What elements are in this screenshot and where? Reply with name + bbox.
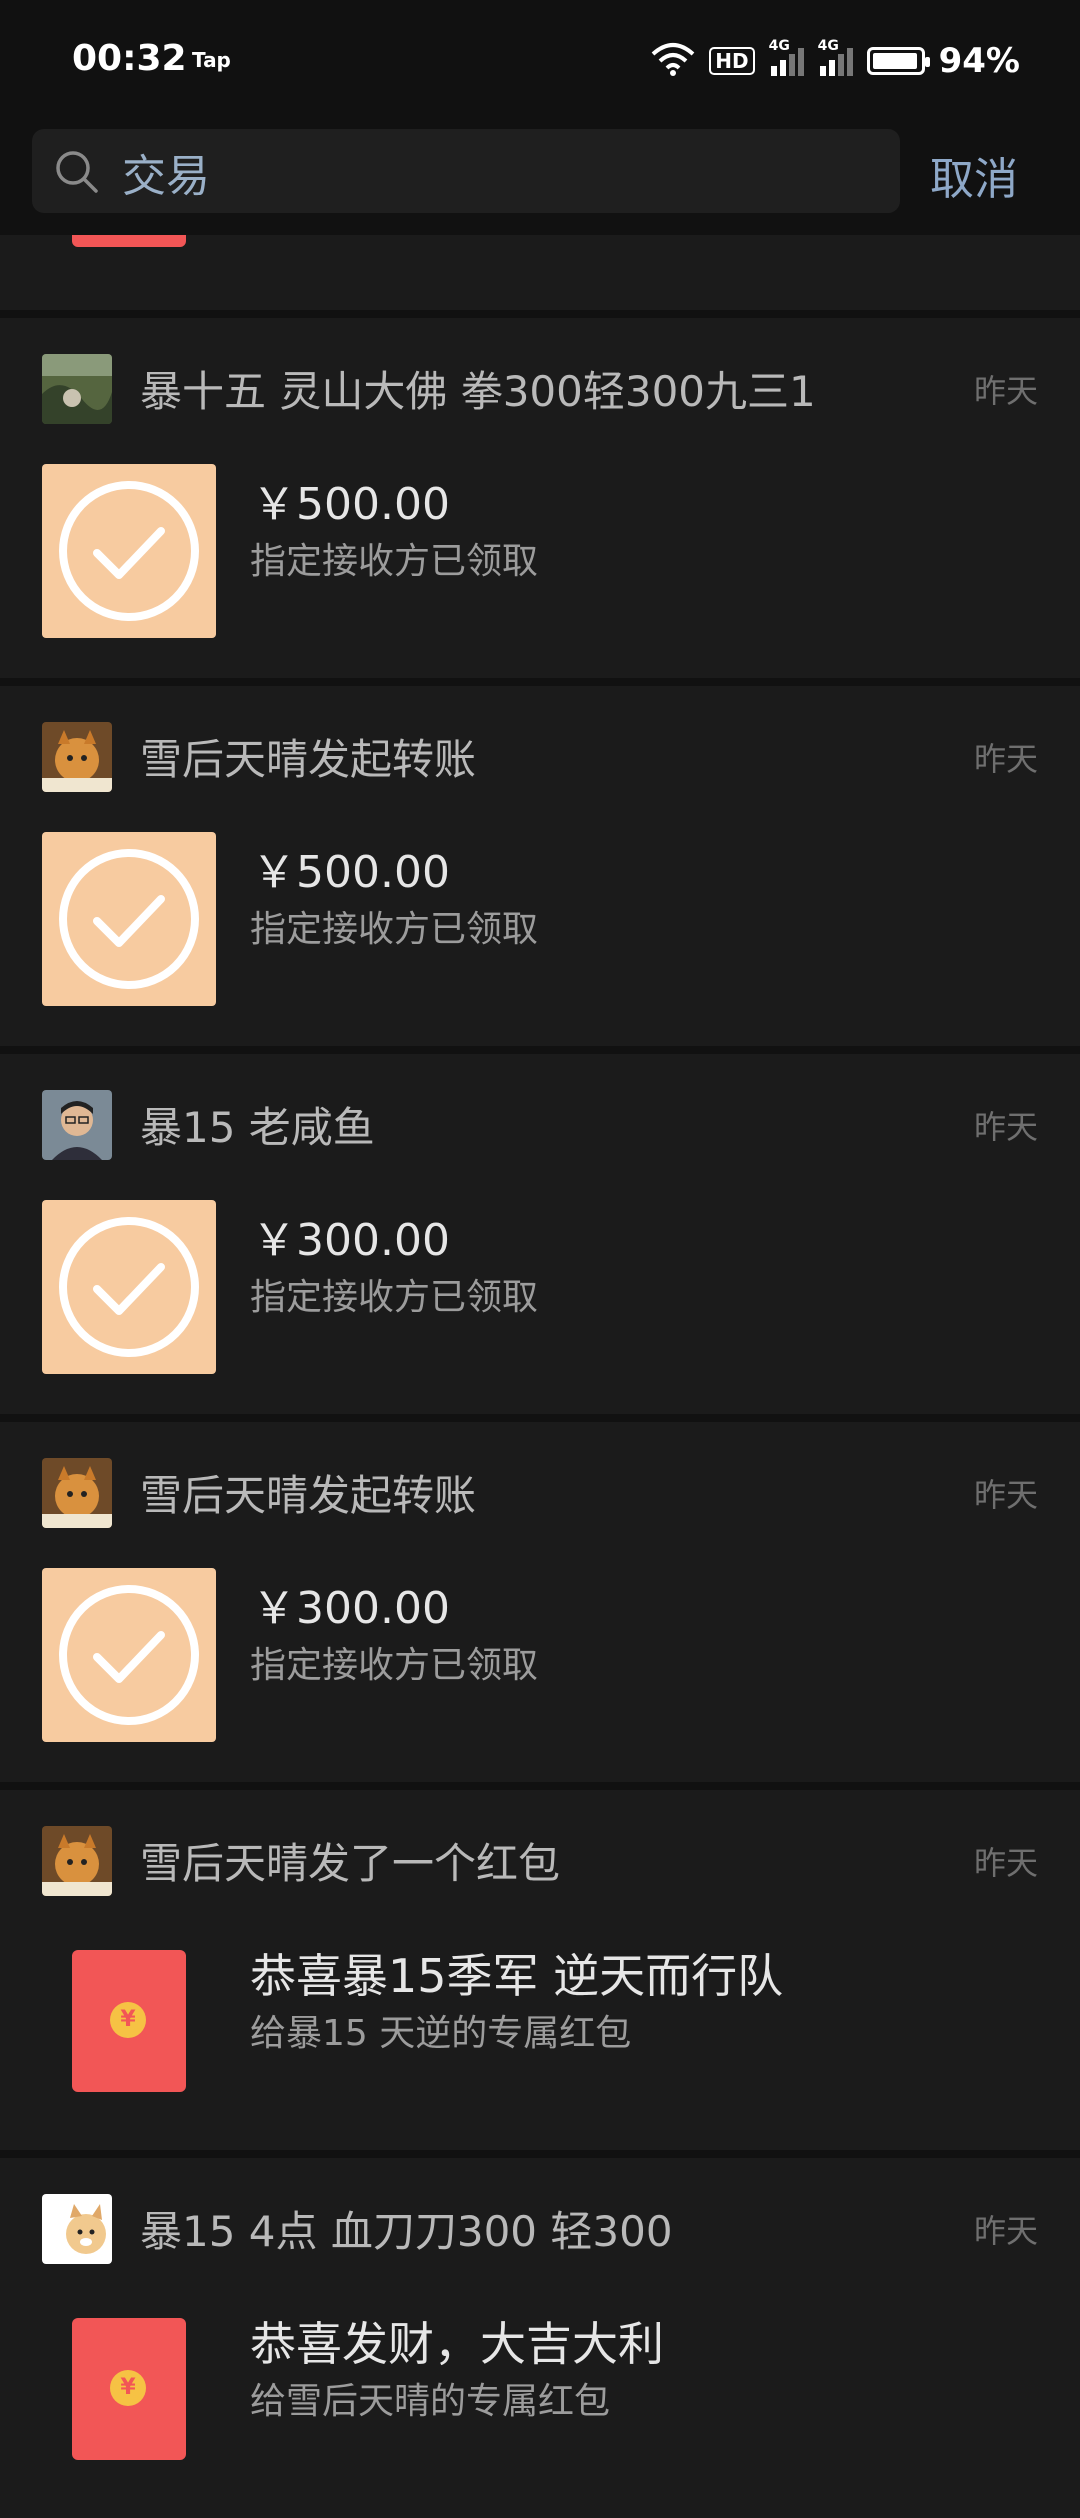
avatar	[42, 1458, 112, 1528]
item-time: 昨天	[973, 2212, 1038, 2250]
item-time: 昨天	[973, 1476, 1038, 1514]
list-item[interactable]: 雪后天晴发起转账 昨天 ￥500.00 指定接收方已领取	[0, 686, 1080, 1046]
status-bar: 00:32 Tap HD 4G 4G 94%	[0, 0, 1080, 125]
red-packet-thumb: ¥	[72, 1950, 186, 2092]
red-packet-thumb	[72, 235, 186, 247]
red-packet-thumb: ¥	[72, 2318, 186, 2460]
signal-icon-1: 4G	[769, 38, 804, 76]
avatar	[42, 354, 112, 424]
transfer-amount: ￥500.00	[252, 847, 450, 898]
red-packet-title: 恭喜发财，大吉大利	[250, 2317, 664, 2371]
list-item[interactable]: 雪后天晴发起转账 昨天 ￥300.00 指定接收方已领取	[0, 1422, 1080, 1782]
wifi-icon	[651, 42, 695, 80]
item-time: 昨天	[973, 1108, 1038, 1146]
red-packet-subtitle: 给暴15 天逆的专属红包	[250, 2013, 632, 2054]
avatar	[42, 1090, 112, 1160]
transfer-status: 指定接收方已领取	[250, 541, 539, 582]
list-item[interactable]: 暴15 老咸鱼 昨天 ￥300.00 指定接收方已领取	[0, 1054, 1080, 1414]
transfer-thumb	[42, 1200, 216, 1374]
item-title: 雪后天晴发起转账	[140, 735, 477, 784]
yuan-coin-icon: ¥	[110, 2002, 146, 2038]
list-item-partial[interactable]	[0, 235, 1080, 310]
item-time: 昨天	[973, 740, 1038, 778]
red-packet-subtitle: 给雪后天晴的专属红包	[250, 2381, 611, 2422]
avatar	[42, 2194, 112, 2264]
network-label-1: 4G	[768, 38, 790, 54]
item-title: 雪后天晴发起转账	[140, 1471, 477, 1520]
search-input[interactable]	[120, 141, 884, 203]
red-packet-title: 恭喜暴15季军 逆天而行队	[250, 1949, 784, 2003]
check-circle-icon	[59, 1585, 199, 1725]
avatar	[42, 1826, 112, 1896]
transfer-amount: ￥300.00	[252, 1215, 450, 1266]
transfer-thumb	[42, 832, 216, 1006]
avatar	[42, 722, 112, 792]
network-label-2: 4G	[817, 38, 839, 54]
transfer-thumb	[42, 1568, 216, 1742]
hd-badge: HD	[709, 47, 755, 75]
transfer-status: 指定接收方已领取	[250, 1645, 539, 1686]
battery-icon	[866, 47, 930, 75]
item-title: 暴十五 灵山大佛 拳300轻300九三1	[140, 367, 816, 416]
check-circle-icon	[59, 481, 199, 621]
status-icons: HD 4G 4G 94%	[651, 36, 1020, 86]
status-time: 00:32	[72, 38, 187, 79]
battery-percent: 94%	[938, 41, 1020, 81]
list-item[interactable]: 暴15 4点 血刀刀300 轻300 昨天 ¥ 恭喜发财，大吉大利 给雪后天晴的…	[0, 2158, 1080, 2518]
item-time: 昨天	[973, 1844, 1038, 1882]
search-box[interactable]	[32, 129, 900, 213]
check-circle-icon	[59, 849, 199, 989]
check-circle-icon	[59, 1217, 199, 1357]
transfer-thumb	[42, 464, 216, 638]
cancel-button[interactable]: 取消	[930, 143, 1018, 207]
item-title: 雪后天晴发了一个红包	[140, 1839, 561, 1888]
list-item[interactable]: 雪后天晴发了一个红包 昨天 ¥ 恭喜暴15季军 逆天而行队 给暴15 天逆的专属…	[0, 1790, 1080, 2150]
search-icon	[52, 147, 102, 197]
transfer-amount: ￥300.00	[252, 1583, 450, 1634]
transfer-status: 指定接收方已领取	[250, 1277, 539, 1318]
transfer-amount: ￥500.00	[252, 479, 450, 530]
item-time: 昨天	[973, 372, 1038, 410]
item-title: 暴15 老咸鱼	[140, 1103, 375, 1152]
transfer-status: 指定接收方已领取	[250, 909, 539, 950]
search-bar: 取消	[0, 125, 1080, 235]
item-title: 暴15 4点 血刀刀300 轻300	[140, 2207, 673, 2256]
signal-icon-2: 4G	[818, 38, 853, 76]
list-item[interactable]: 暴十五 灵山大佛 拳300轻300九三1 昨天 ￥500.00 指定接收方已领取	[0, 318, 1080, 678]
app-tag: Tap	[192, 48, 231, 72]
yuan-coin-icon: ¥	[110, 2370, 146, 2406]
